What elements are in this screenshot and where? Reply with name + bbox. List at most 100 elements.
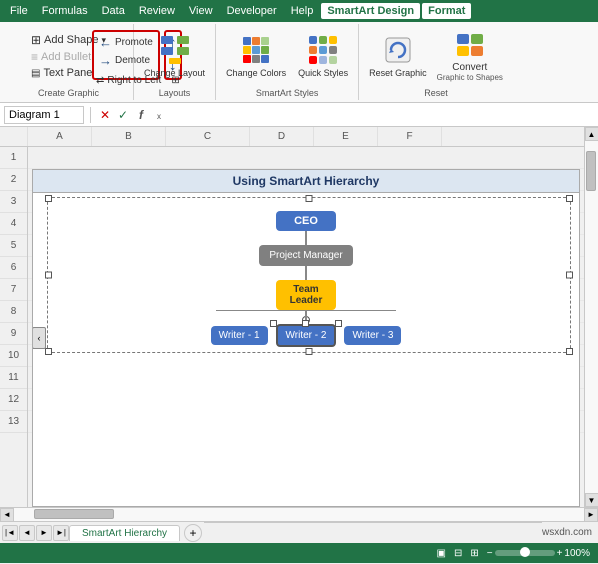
menu-smartart-design[interactable]: SmartArt Design	[321, 3, 420, 19]
scroll-up-button[interactable]: ▲	[585, 127, 598, 141]
col-header-e: E	[314, 127, 378, 146]
sheet-tab-smartart-hierarchy[interactable]: SmartArt Hierarchy	[69, 525, 180, 541]
ribbon-group-layouts: Change Layout Layouts	[134, 24, 216, 100]
change-colors-button[interactable]: Change Colors	[222, 31, 290, 82]
menu-help[interactable]: Help	[285, 3, 320, 19]
name-box[interactable]: Diagram 1	[4, 106, 84, 124]
convert-label: Convert	[452, 62, 487, 73]
sheet-nav-prev[interactable]: ◄	[19, 525, 35, 541]
row-num-7: 7	[0, 279, 27, 301]
reset-graphic-button[interactable]: Reset Graphic	[365, 31, 431, 82]
menu-developer[interactable]: Developer	[221, 3, 283, 19]
handle-br[interactable]	[566, 348, 573, 355]
cell-area: ‹ Using SmartArt Hierarchy	[28, 147, 584, 507]
status-right: ▣ ⊟ ⊞ − + 100%	[437, 548, 591, 559]
add-shape-icon: ⊞	[31, 33, 41, 47]
tab-spacer	[204, 522, 542, 543]
h-scroll-thumb[interactable]	[34, 509, 114, 519]
row-num-13: 13	[0, 411, 27, 433]
graphic-to-shapes-label: Graphic to Shapes	[437, 73, 503, 82]
ribbon-content: ⊞ Add Shape ▾ ≡ Add Bullet ▤ Text Pane ←	[0, 22, 598, 102]
sheet-nav-first[interactable]: |◄	[2, 525, 18, 541]
reset-label: Reset	[424, 88, 448, 98]
zoom-thumb[interactable]	[520, 547, 530, 557]
grid-rows: 1 2 3 4 5 6 7 8 9 10 11 12 13	[0, 147, 584, 507]
collapse-arrow[interactable]: ‹	[32, 327, 46, 349]
handle-bm[interactable]	[306, 348, 313, 355]
status-bar: ▣ ⊟ ⊞ − + 100%	[0, 543, 598, 563]
zoom-slider[interactable]	[495, 550, 555, 556]
cancel-formula-icon[interactable]: ✕	[97, 107, 113, 123]
grid-with-scrollbar: A B C D E F 1 2 3 4 5 6	[0, 127, 598, 507]
sheet-nav-next[interactable]: ►	[36, 525, 52, 541]
handle-bl[interactable]	[45, 348, 52, 355]
quick-styles-button[interactable]: Quick Styles	[294, 31, 352, 82]
row-num-2: 2	[0, 169, 27, 191]
zoom-level: 100%	[564, 548, 590, 559]
row-num-8: 8	[0, 301, 27, 323]
normal-view-icon[interactable]: ▣	[437, 548, 446, 559]
menu-bar: File Formulas Data Review View Developer…	[0, 0, 598, 22]
menu-data[interactable]: Data	[96, 3, 131, 19]
zoom-in-button[interactable]: +	[557, 548, 563, 559]
fx-subscript: x	[151, 109, 167, 125]
smartart-container[interactable]: ‹ Using SmartArt Hierarchy	[32, 169, 580, 507]
add-sheet-button[interactable]: +	[184, 524, 202, 542]
grid-area: A B C D E F 1 2 3 4 5 6	[0, 127, 598, 521]
quick-styles-label: Quick Styles	[298, 68, 348, 79]
row-num-6: 6	[0, 257, 27, 279]
handle-tl[interactable]	[45, 195, 52, 202]
connector-ceo-pm	[305, 231, 307, 245]
page-break-icon[interactable]: ⊞	[470, 548, 478, 559]
grid-rows-container: 1 2 3 4 5 6 7 8 9 10 11 12 13	[0, 147, 584, 507]
ribbon-group-create-graphic: ⊞ Add Shape ▾ ≡ Add Bullet ▤ Text Pane ←	[4, 24, 134, 100]
scroll-right-button[interactable]: ►	[584, 508, 598, 522]
node-writer1[interactable]: Writer - 1	[211, 326, 268, 345]
right-to-left-icon: ⇄	[96, 75, 104, 86]
corner-cell	[0, 127, 28, 146]
scroll-thumb[interactable]	[586, 151, 596, 191]
change-layout-button[interactable]: Change Layout	[140, 31, 209, 82]
handle-ml[interactable]	[45, 272, 52, 279]
grid-main: A B C D E F 1 2 3 4 5 6	[0, 127, 584, 507]
confirm-formula-icon[interactable]: ✓	[115, 107, 131, 123]
sheet-nav-last[interactable]: ►|	[53, 525, 69, 541]
node-writer3[interactable]: Writer - 3	[344, 326, 401, 345]
vertical-scrollbar: ▲ ▼	[584, 127, 598, 507]
node-project-manager[interactable]: Project Manager	[259, 245, 352, 266]
menu-review[interactable]: Review	[133, 3, 181, 19]
node-ceo[interactable]: CEO	[276, 211, 336, 231]
handle-tm[interactable]	[306, 195, 313, 202]
scroll-down-button[interactable]: ▼	[585, 493, 598, 507]
insert-function-icon[interactable]: f	[133, 107, 149, 123]
horizontal-scrollbar: ◄ ►	[0, 507, 598, 521]
col-header-a: A	[28, 127, 92, 146]
handle-w2-tr[interactable]	[335, 320, 342, 327]
handle-mr[interactable]	[566, 272, 573, 279]
row-num-3: 3	[0, 191, 27, 213]
promote-icon: ←	[99, 35, 112, 50]
node-team-leader[interactable]: Team Leader	[276, 280, 336, 310]
change-layout-icon	[159, 34, 191, 66]
convert-button[interactable]: Convert Graphic to Shapes	[433, 61, 507, 83]
scroll-left-button[interactable]: ◄	[0, 508, 14, 522]
menu-file[interactable]: File	[4, 3, 34, 19]
page-layout-icon[interactable]: ⊟	[454, 548, 462, 559]
handle-w2-tm[interactable]	[302, 320, 309, 327]
ribbon-group-smartart-styles: Change Colors	[216, 24, 359, 100]
zoom-control: − + 100%	[487, 548, 590, 559]
zoom-out-button[interactable]: −	[487, 548, 493, 559]
menu-format[interactable]: Format	[422, 3, 471, 19]
menu-formulas[interactable]: Formulas	[36, 3, 94, 19]
handle-tr[interactable]	[566, 195, 573, 202]
smartart-canvas: CEO Project Manager Team	[33, 193, 579, 357]
formula-input[interactable]	[171, 106, 594, 124]
text-pane-icon: ▤	[31, 68, 40, 79]
menu-view[interactable]: View	[183, 3, 219, 19]
formula-bar: Diagram 1 ✕ ✓ f x	[0, 103, 598, 127]
handle-w2-tl[interactable]	[270, 320, 277, 327]
smartart-title: Using SmartArt Hierarchy	[33, 170, 579, 193]
row-num-12: 12	[0, 389, 27, 411]
node-writer2[interactable]: Writer - 2	[276, 324, 337, 347]
ribbon-group-reset: Reset Graphic Convert Graphic to Shapes	[359, 24, 513, 100]
